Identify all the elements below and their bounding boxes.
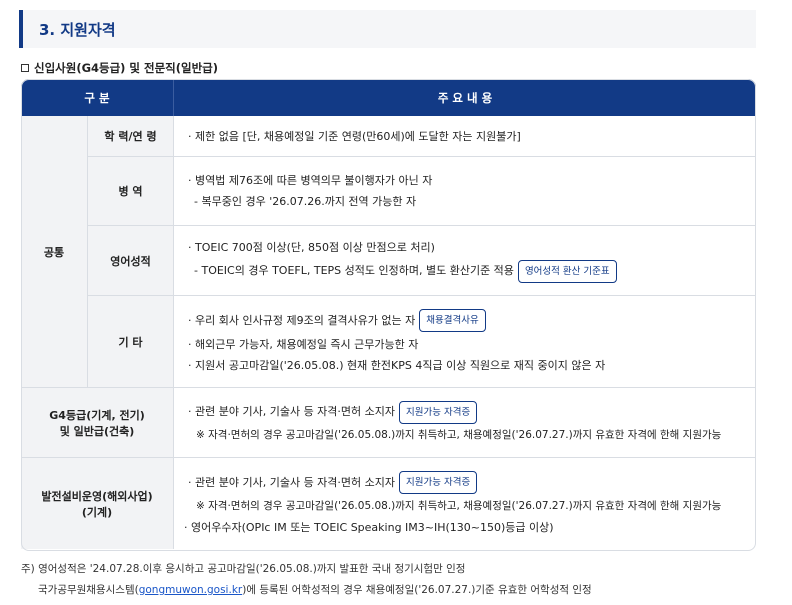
row-content-military: · 병역법 제76조에 따른 병역의무 불이행자가 아닌 자 - 복무중인 경우… — [174, 157, 757, 226]
table-row: 영어성적 · TOEIC 700점 이상(단, 850점 이상 만점으로 처리)… — [21, 226, 757, 296]
eligible-certificates-button[interactable]: 지원가능 자격증 — [399, 471, 478, 494]
row-label-education: 학 력/연 령 — [88, 116, 175, 157]
content-line: · 병역법 제76조에 따른 병역의무 불이행자가 아닌 자 — [188, 174, 433, 187]
content-line: · 우리 회사 인사규정 제9조의 결격사유가 없는 자 채용결격사유 — [188, 308, 746, 334]
table-row: 발전설비운영(해외사업) (기계) · 관련 분야 기사, 기술사 등 자격·면… — [21, 458, 756, 549]
section-title: 3. 지원자격 — [39, 20, 116, 39]
content-line-text: · 관련 분야 기사, 기술사 등 자격·면허 소지자 — [188, 405, 396, 418]
content-line-text: - TOEIC의 경우 TOEFL, TEPS 성적도 인정하며, 별도 환산기… — [194, 264, 514, 277]
gosi-link[interactable]: gongmuwon.gosi.kr — [139, 584, 243, 596]
content-line: - 복무중인 경우 '26.07.26.까지 전역 가능한 자 — [194, 195, 417, 208]
row-content-power: · 관련 분야 기사, 기술사 등 자격·면허 소지자 지원가능 자격증 ※ 자… — [174, 458, 756, 549]
content-line: · TOEIC 700점 이상(단, 850점 이상 만점으로 처리) — [188, 241, 435, 254]
row-content-education: · 제한 없음 [단, 채용예정일 기준 연령(만60세)에 도달한 자는 지원… — [174, 116, 757, 157]
row-label-etc: 기 타 — [88, 296, 175, 388]
content-line: · 관련 분야 기사, 기술사 등 자격·면허 소지자 지원가능 자격증 — [188, 399, 746, 425]
table-row: 공통 학 력/연 령 · 제한 없음 [단, 채용예정일 기준 연령(만60세)… — [21, 116, 757, 388]
content-line: · 영어우수자(OPIc IM 또는 TOEIC Speaking IM3~IH… — [184, 520, 554, 534]
content-line: · 해외근무 가능자, 채용예정일 즉시 근무가능한 자 — [188, 337, 419, 351]
note-text: )에 등록된 어학성적의 경우 채용예정일('26.07.27.)기준 유효한 … — [242, 584, 592, 596]
content-line: ※ 자격·면허의 경우 공고마감일('26.05.08.)까지 취득하고, 채용… — [196, 499, 722, 512]
note-line-2: 국가공무원채용시스템(gongmuwon.gosi.kr)에 등록된 어학성적의… — [38, 582, 592, 597]
table-row: G4등급(기계, 전기) 및 일반급(건축) · 관련 분야 기사, 기술사 등… — [21, 388, 757, 458]
content-line: · 지원서 공고마감일('26.05.08.) 현재 한전KPS 4직급 이상 … — [188, 358, 606, 372]
content-line: ※ 자격·면허의 경우 공고마감일('26.05.08.)까지 취득하고, 채용… — [196, 429, 722, 441]
row-label-military: 병 역 — [88, 157, 175, 226]
subtitle-text: 신입사원(G4등급) 및 전문직(일반급) — [34, 61, 219, 75]
row-label-english: 영어성적 — [88, 226, 175, 296]
subtitle: 신입사원(G4등급) 및 전문직(일반급) — [21, 60, 218, 76]
group-label-line: (기계) — [81, 505, 113, 519]
qualification-table: 구 분 주 요 내 용 공통 학 력/연 령 · 제한 없음 [단, 채용예정일… — [21, 79, 757, 549]
group-label-line: 및 일반급(건축) — [59, 424, 135, 438]
disqualification-button[interactable]: 채용결격사유 — [419, 309, 486, 332]
row-content-etc: · 우리 회사 인사규정 제9조의 결격사유가 없는 자 채용결격사유 · 해외… — [174, 296, 757, 388]
group-label-common: 공통 — [21, 116, 88, 388]
checkbox-square-icon — [21, 64, 29, 72]
section-header: 3. 지원자격 — [19, 10, 756, 48]
table-row: 기 타 · 우리 회사 인사규정 제9조의 결격사유가 없는 자 채용결격사유 … — [21, 296, 757, 388]
note-text: 국가공무원채용시스템( — [38, 584, 139, 596]
header-category: 구 분 — [21, 79, 175, 116]
table-row: 병 역 · 병역법 제76조에 따른 병역의무 불이행자가 아닌 자 - 복무중… — [21, 157, 757, 226]
group-label-g4: G4등급(기계, 전기) 및 일반급(건축) — [21, 388, 175, 458]
english-conversion-table-button[interactable]: 영어성적 환산 기준표 — [517, 259, 617, 283]
row-content-english: · TOEIC 700점 이상(단, 850점 이상 만점으로 처리) - TO… — [174, 226, 757, 296]
header-content: 주 요 내 용 — [174, 79, 757, 116]
content-line: · 제한 없음 [단, 채용예정일 기준 연령(만60세)에 도달한 자는 지원… — [188, 129, 521, 143]
group-label-line: 발전설비운영(해외사업) — [41, 489, 153, 503]
content-line: - TOEIC의 경우 TOEFL, TEPS 성적도 인정하며, 별도 환산기… — [188, 258, 746, 284]
content-line-text: · 관련 분야 기사, 기술사 등 자격·면허 소지자 — [188, 475, 396, 489]
row-content-g4: · 관련 분야 기사, 기술사 등 자격·면허 소지자 지원가능 자격증 ※ 자… — [174, 388, 757, 458]
note-line-1: 주) 영어성적은 '24.07.28.이후 응시하고 공고마감일('26.05.… — [21, 563, 466, 575]
eligible-certificates-button[interactable]: 지원가능 자격증 — [399, 400, 478, 424]
content-line: · 관련 분야 기사, 기술사 등 자격·면허 소지자 지원가능 자격증 — [188, 470, 746, 496]
group-label-line: G4등급(기계, 전기) — [49, 408, 145, 422]
content-line-text: · 우리 회사 인사규정 제9조의 결격사유가 없는 자 — [188, 313, 416, 327]
group-label-power: 발전설비운영(해외사업) (기계) — [21, 458, 175, 549]
